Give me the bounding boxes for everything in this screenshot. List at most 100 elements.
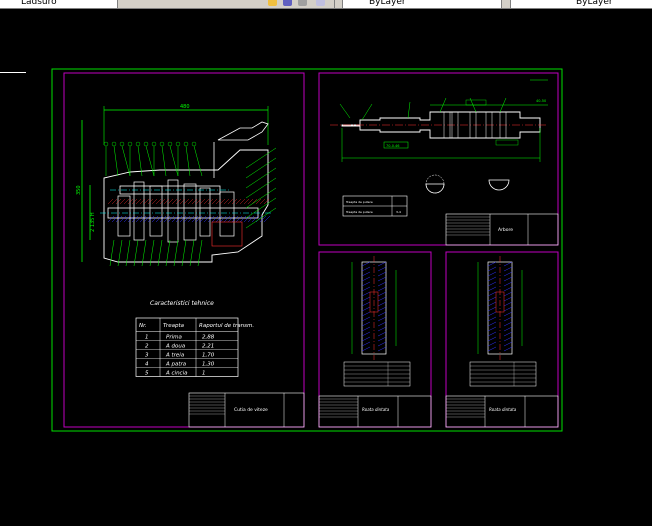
leader: [113, 145, 119, 177]
gear-hatch: [487, 321, 497, 327]
balloon: [159, 141, 165, 147]
balloon: [111, 141, 117, 147]
gear-hatch: [487, 281, 497, 287]
hatch-line: [119, 198, 126, 205]
hatch-line: [239, 198, 246, 205]
leader: [109, 239, 115, 267]
gear-hatch: [503, 311, 513, 317]
leader: [245, 187, 277, 209]
table-cell: 5: [145, 371, 149, 377]
hatch-line: [183, 198, 190, 205]
shaft-table-row-2: Treapta de putere: [345, 210, 373, 214]
shaft-sheet[interactable]: 70-0.46 40-50 Treapta de putere Treapta …: [318, 72, 559, 246]
hatch-line: [151, 198, 158, 205]
gear-sheet-1[interactable]: Roata dintata: [318, 251, 432, 428]
hatch-line: [107, 198, 114, 205]
table-cell: A doua: [165, 344, 186, 350]
shaft-sheet-frame: [318, 72, 559, 246]
hatch-line: [143, 198, 150, 205]
shaft-table-value-2: 3-4: [396, 210, 401, 214]
gear-hatch: [377, 326, 387, 332]
main-sheet[interactable]: 480 350 2 135 H Caracteristici tehnice N…: [63, 72, 305, 428]
gear: [199, 187, 211, 237]
gear-hatch: [503, 306, 513, 312]
shaft-dim-label: 70-0.46: [386, 144, 400, 148]
gear-hatch: [361, 296, 371, 302]
annotation-leader: [339, 103, 351, 119]
gear-hatch: [361, 281, 371, 287]
hatch-line: [171, 198, 178, 205]
gear-hatch: [361, 266, 371, 272]
gear-hatch: [487, 336, 497, 342]
table-title: Caracteristici tehnice: [150, 300, 214, 307]
leader: [245, 147, 277, 169]
gear-hatch: [487, 286, 497, 292]
leader: [245, 157, 277, 179]
hatch-line: [123, 198, 130, 205]
gear-hatch: [503, 261, 513, 267]
gear-sheet-1-frame: [318, 251, 432, 428]
gear-sheet-2-frame: [445, 251, 559, 428]
main-sheet-title: Cutia de viteze: [234, 407, 268, 413]
hatch-line: [243, 198, 250, 205]
gear-hatch: [503, 336, 513, 342]
gear-hatch: [503, 291, 513, 297]
shaft-section-a: [425, 174, 445, 194]
gear-hatch: [487, 276, 497, 282]
gear-hatch: [503, 271, 513, 277]
shaft-title-block: Arbore: [445, 213, 559, 246]
gear-hatch: [487, 326, 497, 332]
balloon: [127, 141, 133, 147]
gear-hatch: [487, 291, 497, 297]
gear-hatch: [487, 311, 497, 317]
title-block-rows: [189, 395, 225, 415]
gear-hatch: [377, 281, 387, 287]
gear-hatch: [503, 276, 513, 282]
gear-hatch: [487, 306, 497, 312]
gear-hatch: [361, 286, 371, 292]
hatch-line: [259, 198, 266, 205]
gear-hatch: [503, 331, 513, 337]
table-cell: 2: [145, 344, 149, 350]
gear-hatch: [361, 276, 371, 282]
gear-set: [117, 179, 235, 243]
table-cell: 1,70: [202, 353, 215, 359]
gearbox-housing-outline: [103, 149, 269, 263]
balloon: [167, 141, 173, 147]
table-cell: Prima: [166, 335, 182, 341]
hatch-line: [127, 198, 134, 205]
leader: [245, 177, 277, 199]
gear-hatch: [361, 336, 371, 342]
gear-hatch: [377, 286, 387, 292]
gear: [133, 181, 145, 241]
gear-hatch: [361, 341, 371, 347]
shaft-small-table: Treapta de putere Treapta de putere 3-4: [342, 195, 408, 217]
balloon: [175, 141, 181, 147]
gear: [149, 185, 163, 237]
table-cell: A treia: [165, 353, 185, 359]
gear-hatch: [377, 266, 387, 272]
gear-hatch: [361, 306, 371, 312]
hatch-line: [207, 198, 214, 205]
table-cell: 1: [202, 371, 206, 377]
balloon: [103, 141, 109, 147]
table-cell: 3: [145, 353, 149, 359]
balloon: [191, 141, 197, 147]
leader: [161, 145, 167, 177]
gear-hatch: [487, 341, 497, 347]
gear-hatch: [377, 346, 387, 352]
gear-hatch: [487, 266, 497, 272]
gear-hatch: [377, 296, 387, 302]
section-hatching: [107, 198, 271, 247]
hatch-line: [235, 198, 242, 205]
shaft-sheet-title: Arbore: [498, 227, 513, 233]
gear-2-section: [477, 256, 523, 360]
hatch-line: [223, 198, 230, 205]
gear-sheet-2[interactable]: Roata dintata: [445, 251, 559, 428]
gear-hatch: [487, 301, 497, 307]
tolerance-box: [465, 99, 487, 106]
hatch-line: [203, 198, 210, 205]
hatch-line: [175, 198, 182, 205]
drawing-layout[interactable]: 480 350 2 135 H Caracteristici tehnice N…: [0, 0, 652, 526]
gear-1-table: [343, 361, 411, 387]
